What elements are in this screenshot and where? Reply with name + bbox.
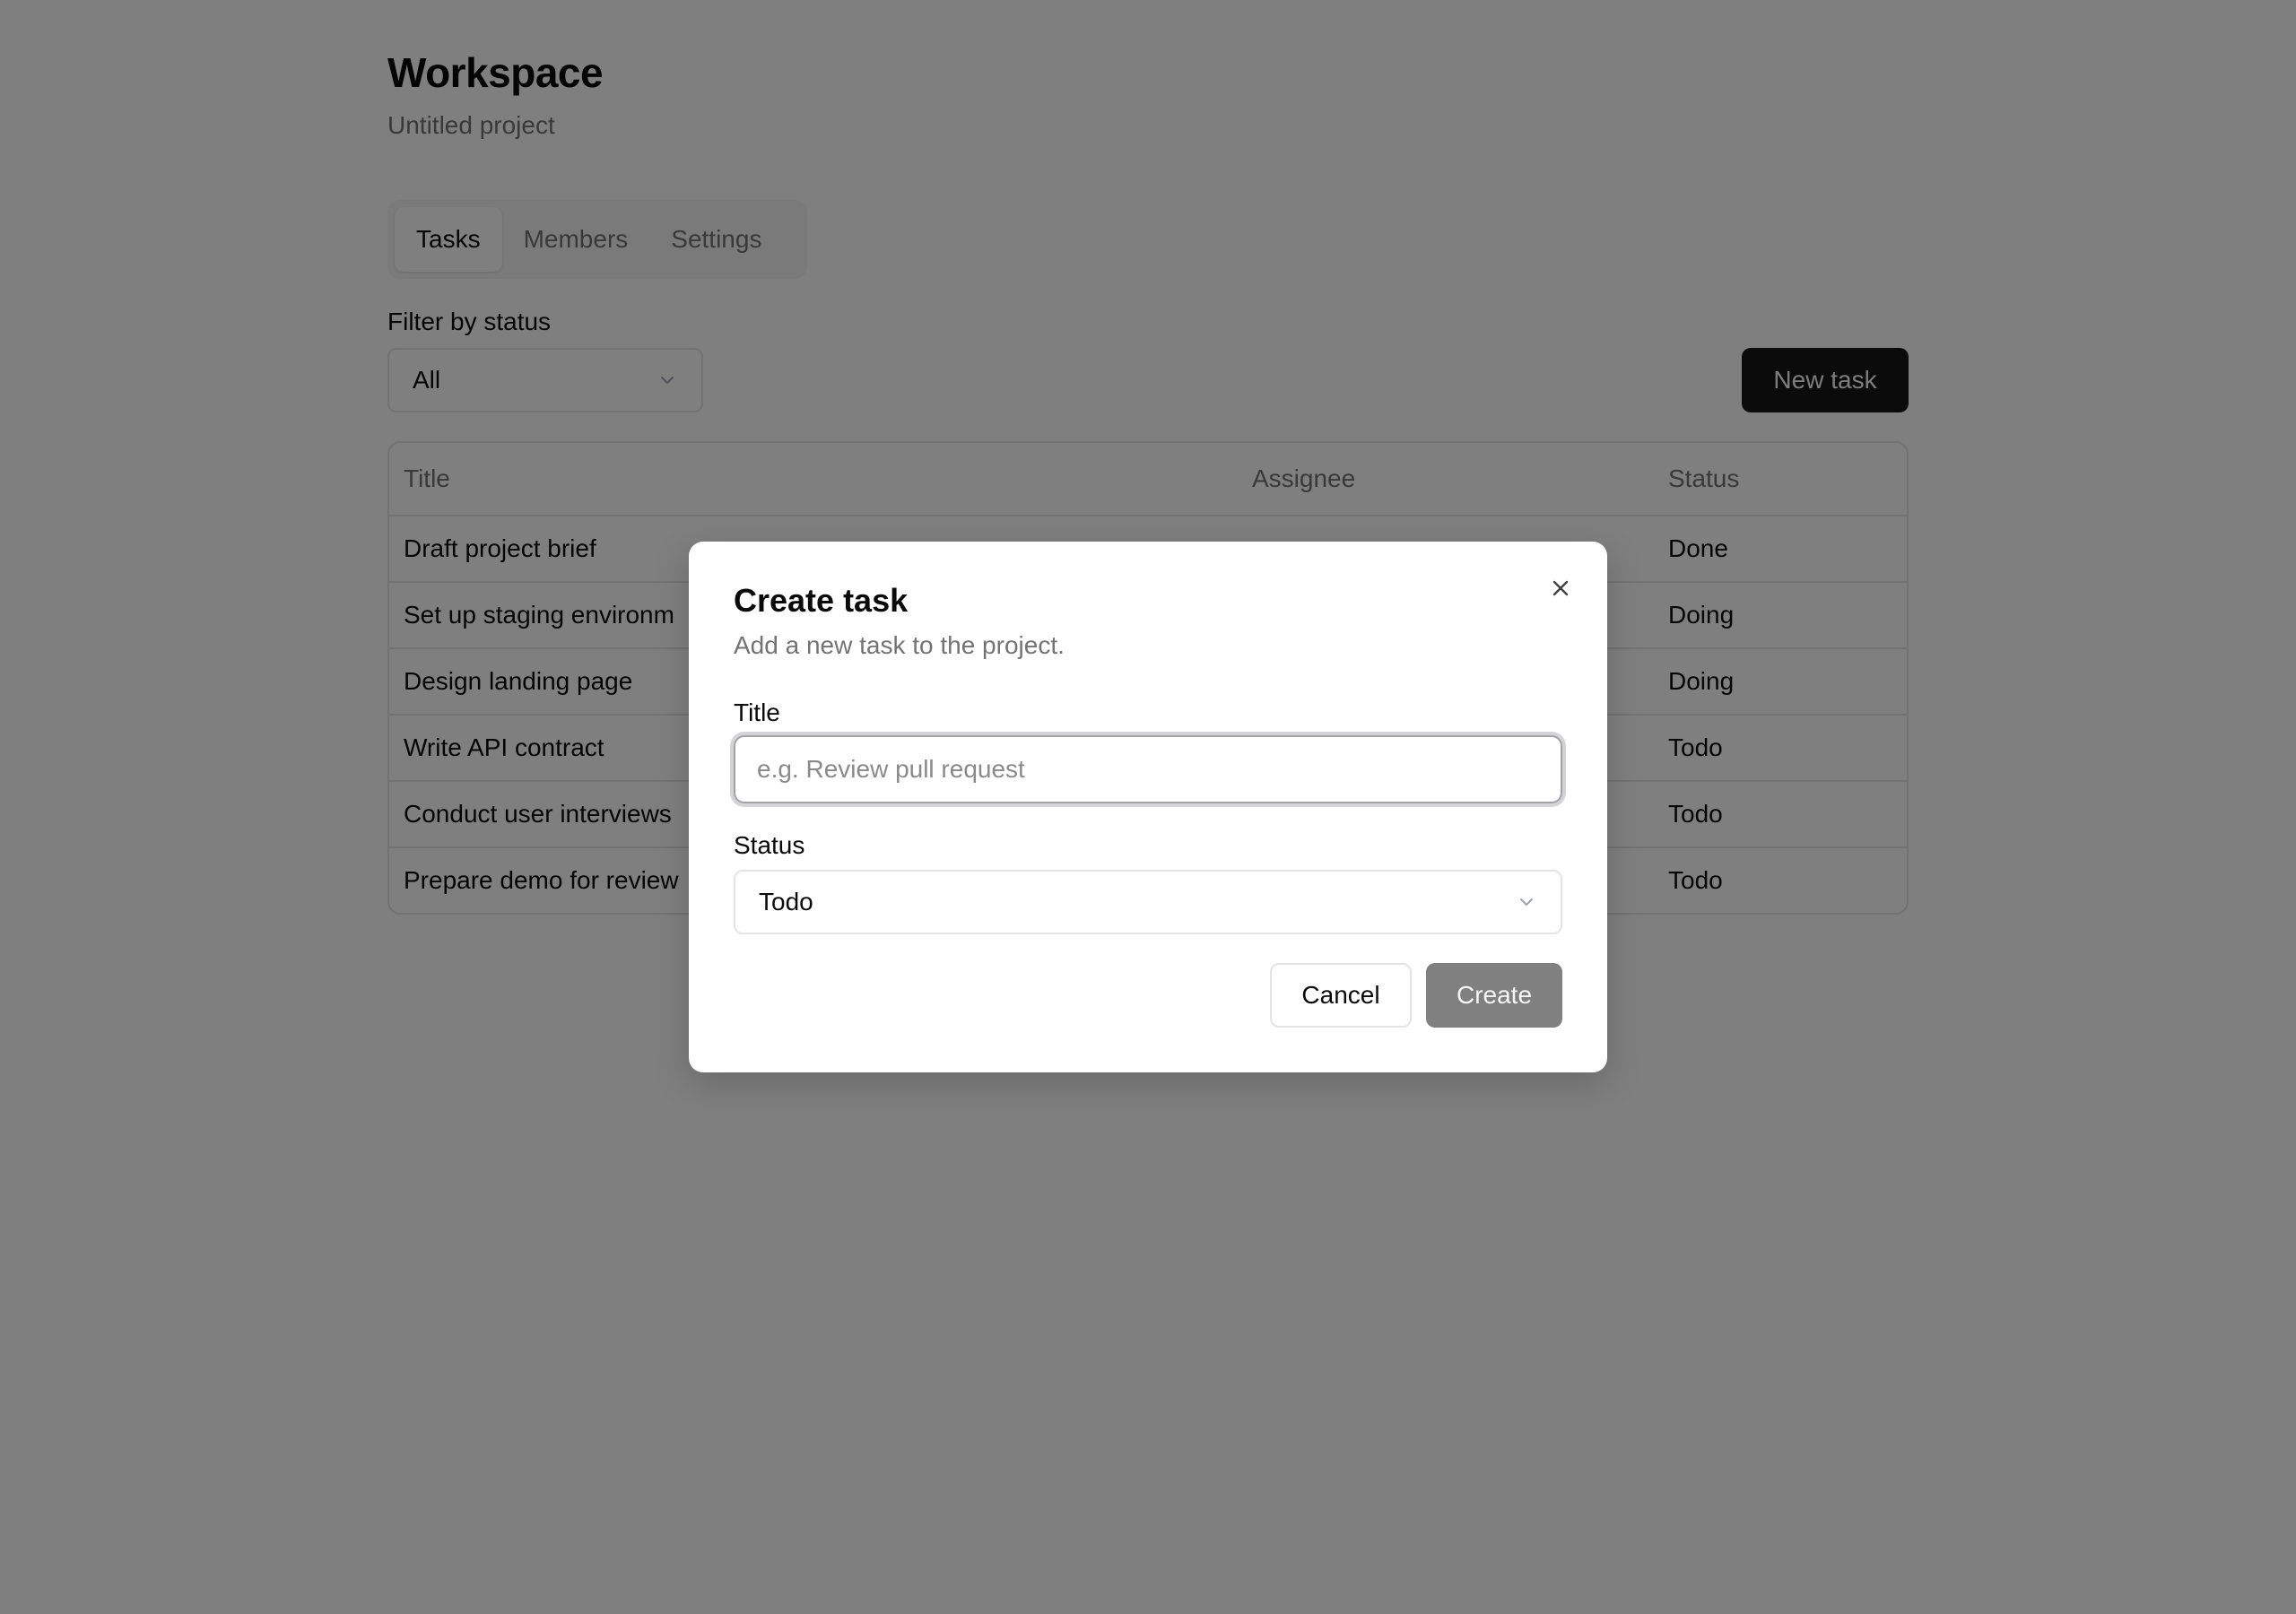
title-field-label: Title <box>734 699 780 726</box>
create-button[interactable]: Create <box>1426 963 1562 1028</box>
title-input[interactable] <box>734 735 1562 803</box>
close-icon <box>1552 580 1569 596</box>
status-field-label: Status <box>734 831 805 859</box>
cancel-button[interactable]: Cancel <box>1270 963 1412 1028</box>
dialog-description: Add a new task to the project. <box>734 631 1065 659</box>
chevron-down-icon <box>1520 898 1533 906</box>
status-select[interactable]: Todo <box>734 870 1562 934</box>
dialog-title: Create task <box>734 582 909 619</box>
create-task-dialog: Create task Add a new task to the projec… <box>689 542 1607 1072</box>
status-select-value: Todo <box>759 888 813 915</box>
close-button[interactable] <box>1543 570 1578 606</box>
